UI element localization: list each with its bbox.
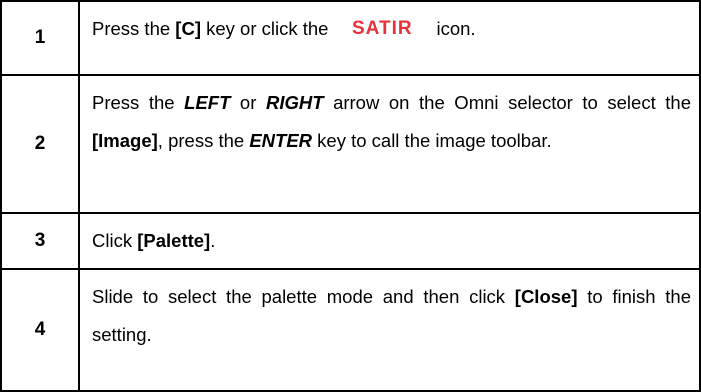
key-label: LEFT bbox=[184, 92, 231, 113]
step-row: 3 Click [Palette]. bbox=[0, 212, 701, 270]
text-fragment: or bbox=[230, 92, 266, 113]
step-number: 1 bbox=[0, 0, 80, 76]
step-text: Slide to select the palette mode and the… bbox=[78, 268, 701, 392]
step-number: 2 bbox=[0, 74, 80, 214]
text-fragment: arrow on the Omni selector to select the bbox=[323, 92, 691, 113]
text-fragment: Press the bbox=[92, 18, 176, 39]
text-fragment: icon. bbox=[436, 18, 476, 39]
button-label: [Close] bbox=[514, 286, 578, 307]
key-label: [C] bbox=[175, 18, 201, 39]
text-fragment: . bbox=[210, 230, 216, 251]
step-number: 4 bbox=[0, 268, 80, 392]
satir-logo-icon: SATIR bbox=[352, 18, 413, 37]
text-fragment: Slide to select the palette mode and the… bbox=[92, 286, 515, 307]
key-label: RIGHT bbox=[265, 92, 324, 113]
step-number: 3 bbox=[0, 212, 80, 270]
text-fragment: Press the bbox=[92, 92, 185, 113]
step-text: Click [Palette]. bbox=[78, 212, 701, 270]
step-row: 2 Press the LEFT or RIGHT arrow on the O… bbox=[0, 74, 701, 214]
text-fragment: Click bbox=[92, 230, 138, 251]
menu-item-label: [Image] bbox=[92, 130, 158, 151]
menu-item-label: [Palette] bbox=[137, 230, 211, 251]
step-row: 4 Slide to select the palette mode and t… bbox=[0, 268, 701, 392]
step-row: 1 Press the [C] key or click the SATIR i… bbox=[0, 0, 701, 76]
key-label: ENTER bbox=[249, 130, 313, 151]
instruction-steps-table: 1 Press the [C] key or click the SATIR i… bbox=[0, 0, 701, 392]
step-text: Press the [C] key or click the SATIR ico… bbox=[78, 0, 701, 76]
text-fragment: key or click the bbox=[200, 18, 329, 39]
step-text: Press the LEFT or RIGHT arrow on the Omn… bbox=[78, 74, 701, 214]
text-fragment: key to call the image toolbar. bbox=[312, 130, 552, 151]
satir-logo-text: SATIR bbox=[352, 18, 413, 37]
text-fragment: , press the bbox=[157, 130, 250, 151]
